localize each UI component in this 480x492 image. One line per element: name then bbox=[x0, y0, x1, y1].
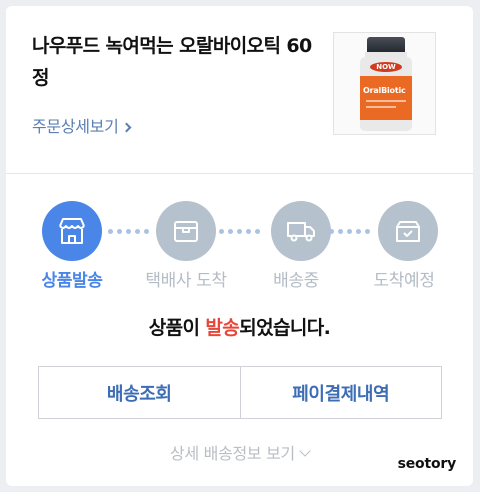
order-detail-link[interactable]: 주문상세보기 bbox=[32, 113, 131, 137]
step-label-courier: 택배사 도착 bbox=[145, 271, 227, 291]
progress-dots bbox=[329, 229, 370, 235]
box-icon bbox=[174, 221, 198, 242]
action-buttons: 배송조회 페이결제내역 bbox=[38, 366, 442, 419]
section-divider bbox=[6, 173, 473, 174]
chevron-right-icon bbox=[121, 122, 131, 133]
store-icon bbox=[59, 218, 85, 244]
chevron-down-icon bbox=[299, 445, 311, 457]
progress-dots bbox=[219, 229, 260, 235]
status-highlight: 발송 bbox=[205, 317, 240, 339]
package-check-icon bbox=[396, 221, 420, 242]
shipping-status-message: 상품이 발송되었습니다. bbox=[148, 317, 331, 339]
product-label-name: OralBiotic bbox=[363, 86, 406, 95]
progress-dots bbox=[108, 229, 149, 235]
pay-history-button[interactable]: 페이결제내역 bbox=[239, 367, 441, 418]
product-title[interactable]: 나우푸드 녹여먹는 오랄바이오틱 60정 bbox=[32, 30, 312, 94]
truck-icon bbox=[287, 222, 315, 242]
step-arrival-icon-circle bbox=[378, 201, 438, 261]
step-courier-icon-circle bbox=[156, 201, 216, 261]
supplement-bottle-image: NOW OralBiotic bbox=[360, 37, 412, 131]
step-label-shipped: 상품발송 bbox=[41, 271, 103, 291]
step-label-in-transit: 배송중 bbox=[273, 271, 319, 291]
delivery-info-label[interactable]: 상세 배송정보 보기 bbox=[170, 444, 295, 463]
step-in-transit-icon-circle bbox=[271, 201, 331, 261]
step-label-arrival: 도착예정 bbox=[373, 271, 435, 291]
track-delivery-button[interactable]: 배송조회 bbox=[39, 367, 240, 418]
watermark: seotory bbox=[397, 456, 457, 472]
step-shipped-icon-circle bbox=[42, 201, 102, 261]
product-thumbnail[interactable]: NOW OralBiotic bbox=[333, 32, 436, 135]
order-detail-label[interactable]: 주문상세보기 bbox=[32, 117, 119, 136]
brand-logo: NOW bbox=[370, 62, 402, 72]
